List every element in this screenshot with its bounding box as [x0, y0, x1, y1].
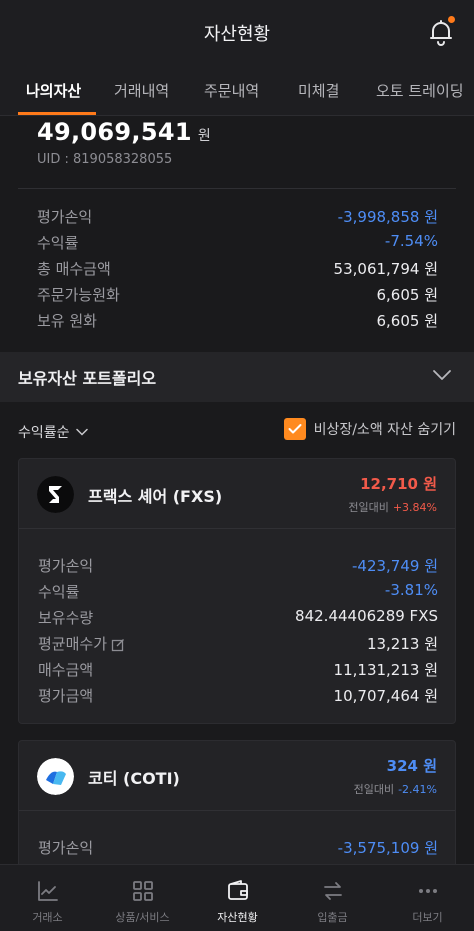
asset-card-header: 프랙스 셰어 (FXS) 12,710 원 전일대비 +3.84%	[19, 459, 455, 529]
summary-value: 53,061,794 원	[333, 260, 438, 278]
total-amount-value: 49,069,541	[37, 118, 192, 146]
fxs-logo-icon	[37, 476, 74, 513]
change-label: 전일대비	[348, 501, 389, 514]
notification-badge	[448, 16, 455, 23]
asset-row-label-wrap: 평균매수가	[38, 633, 125, 654]
asset-row-value: -3.81%	[384, 581, 438, 599]
nav-label: 입출금	[317, 911, 348, 924]
checkmark-icon	[288, 424, 302, 434]
nav-label: 자산현황	[217, 911, 258, 924]
asset-row-label: 수익률	[38, 583, 80, 601]
asset-change: 전일대비 -2.41%	[354, 781, 437, 797]
summary-row-eval-pnl: 평가손익 -3,998,858 원	[37, 206, 438, 227]
divider	[18, 188, 456, 189]
nav-assets[interactable]: 자산현황	[190, 865, 285, 931]
hide-small-assets-checkbox[interactable]	[283, 418, 306, 440]
asset-row-value: 11,131,213 원	[333, 661, 438, 679]
tab-unfilled[interactable]: 미체결	[298, 80, 339, 101]
portfolio-title: 보유자산 포트폴리오	[18, 369, 157, 388]
portfolio-filter-row: 수익률순 비상장/소액 자산 숨기기	[18, 418, 456, 442]
asset-row-value: -3,575,109 원	[337, 839, 438, 857]
nav-deposit-withdraw[interactable]: 입출금	[285, 865, 380, 931]
hide-small-assets-label: 비상장/소액 자산 숨기기	[313, 422, 456, 438]
asset-card-fxs[interactable]: 프랙스 셰어 (FXS) 12,710 원 전일대비 +3.84% 평가손익 -4…	[18, 458, 456, 724]
portfolio-section-header[interactable]: 보유자산 포트폴리오	[0, 352, 474, 402]
notification-bell-icon[interactable]	[428, 16, 455, 46]
tab-trade-history[interactable]: 거래내역	[114, 80, 169, 101]
hide-small-assets-toggle[interactable]: 비상장/소액 자산 숨기기	[283, 418, 456, 440]
asset-row-label: 평균매수가	[38, 635, 108, 653]
summary-value: -7.54%	[384, 232, 438, 250]
summary-row-return-rate: 수익률 -7.54%	[37, 232, 438, 253]
asset-row-quantity: 보유수량 842.44406289 FXS	[38, 607, 438, 628]
chart-line-icon	[37, 881, 58, 901]
summary-label: 총 매수금액	[37, 260, 111, 278]
asset-row-label: 평가금액	[38, 687, 94, 705]
change-value: -2.41%	[398, 783, 437, 796]
nav-label: 더보기	[412, 911, 443, 924]
chevron-down-icon	[433, 370, 451, 380]
page-title: 자산현황	[203, 24, 271, 45]
summary-row-total-buy: 총 매수금액 53,061,794 원	[37, 258, 438, 279]
summary-label: 평가손익	[37, 208, 93, 226]
grid-icon	[132, 881, 153, 901]
nav-exchange[interactable]: 거래소	[0, 865, 95, 931]
summary-row-orderable-krw: 주문가능원화 6,605 원	[37, 284, 438, 305]
asset-row-return-rate: 수익률 -3.81%	[38, 581, 438, 602]
coti-logo-icon	[37, 758, 74, 795]
active-tab-indicator	[18, 112, 96, 115]
bottom-nav-bar: 거래소 상품/서비스 자산현황 입출금 더보기	[0, 864, 474, 931]
change-label: 전일대비	[353, 783, 395, 796]
asset-row-eval-pnl: 평가손익 -423,749 원	[38, 555, 438, 576]
top-tab-bar: 나의자산 거래내역 주문내역 미체결 오토 트레이딩	[0, 66, 474, 116]
summary-value: 6,605 원	[376, 312, 438, 330]
total-amount-unit: 원	[197, 128, 211, 144]
asset-price: 12,710 원	[360, 475, 437, 493]
transfer-icon	[323, 882, 342, 900]
summary-label: 수익률	[37, 234, 79, 252]
summary-row-held-krw: 보유 원화 6,605 원	[37, 310, 438, 331]
tab-my-assets[interactable]: 나의자산	[26, 80, 81, 101]
summary-value: -3,998,858 원	[337, 208, 438, 226]
summary-value: 6,605 원	[376, 286, 438, 304]
asset-row-label: 평가손익	[38, 557, 94, 575]
nav-more[interactable]: 더보기	[380, 865, 474, 931]
sort-dropdown[interactable]: 수익률순	[18, 422, 88, 442]
change-value: +3.84%	[392, 501, 437, 514]
wallet-icon	[227, 880, 248, 900]
asset-price: 324 원	[386, 757, 437, 775]
asset-row-label: 매수금액	[38, 661, 94, 679]
asset-row-value: 842.44406289 FXS	[295, 607, 438, 625]
summary-label: 주문가능원화	[37, 286, 120, 304]
chevron-down-icon	[75, 428, 88, 436]
asset-change: 전일대비 +3.84%	[348, 499, 437, 515]
nav-label: 상품/서비스	[115, 911, 170, 924]
asset-name: 코티 (COTI)	[88, 769, 180, 788]
asset-row-label: 평가손익	[38, 839, 94, 857]
nav-products-services[interactable]: 상품/서비스	[95, 865, 190, 931]
app-header: 자산현황	[0, 0, 474, 66]
scroll-content[interactable]: 49,069,541 원 UID : 819058328055 평가손익 -3,…	[0, 116, 474, 864]
asset-row-avg-buy-price: 평균매수가 13,213 원	[38, 633, 438, 654]
asset-row-value: 10,707,464 원	[333, 687, 438, 705]
asset-row-eval-pnl: 평가손익 -3,575,109 원	[38, 837, 438, 858]
asset-row-value: -423,749 원	[351, 557, 438, 575]
asset-card-header: 코티 (COTI) 324 원 전일대비 -2.41%	[19, 741, 455, 811]
asset-card-coti[interactable]: 코티 (COTI) 324 원 전일대비 -2.41% 평가손익 -3,575,1…	[18, 740, 456, 864]
asset-name: 프랙스 셰어 (FXS)	[88, 487, 223, 506]
tab-auto-trading[interactable]: 오토 트레이딩	[376, 80, 464, 101]
nav-label: 거래소	[32, 911, 63, 924]
asset-row-value: 13,213 원	[366, 635, 438, 653]
more-dots-icon	[418, 889, 437, 893]
edit-icon[interactable]	[111, 638, 125, 652]
summary-label: 보유 원화	[37, 312, 97, 330]
asset-row-buy-amount: 매수금액 11,131,213 원	[38, 659, 438, 680]
asset-row-label: 보유수량	[38, 609, 94, 627]
total-asset-amount: 49,069,541 원	[37, 118, 211, 146]
tab-order-history[interactable]: 주문내역	[204, 80, 259, 101]
user-uid: UID : 819058328055	[37, 152, 173, 167]
asset-row-eval-amount: 평가금액 10,707,464 원	[38, 685, 438, 706]
sort-label: 수익률순	[18, 425, 70, 441]
